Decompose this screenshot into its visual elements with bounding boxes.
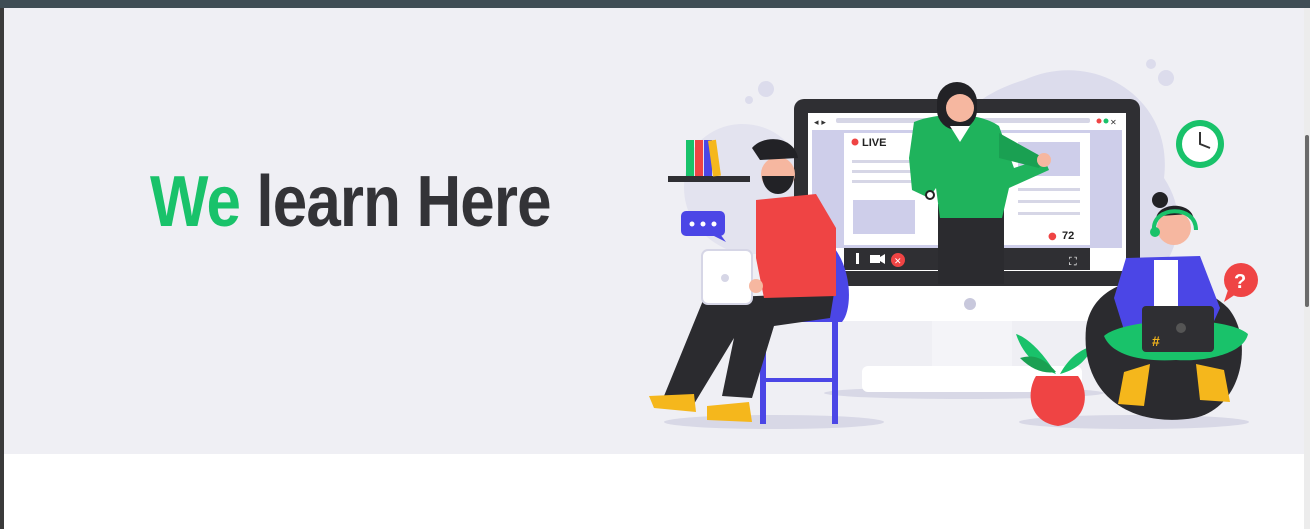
man-hand — [749, 279, 763, 293]
top-bar — [0, 0, 1310, 8]
woman-hair-bun — [1152, 192, 1168, 208]
slide-line — [1018, 212, 1080, 215]
man-legs — [664, 293, 834, 404]
woman-shirt — [1154, 260, 1178, 310]
shelf — [668, 176, 750, 182]
fullscreen-icon: ⛶ — [1069, 255, 1077, 268]
man-shirt — [756, 194, 836, 298]
browser-nav-icon: ◂ ▸ — [814, 118, 826, 128]
chair-leg — [832, 320, 838, 424]
book — [686, 140, 694, 176]
presenter-face — [946, 94, 974, 122]
page-scrollbar-thumb[interactable] — [1305, 135, 1309, 307]
slide-image — [853, 200, 915, 234]
hashtag-icon: # — [1152, 333, 1160, 349]
chair-rung — [764, 378, 834, 382]
hero-illustration: ◂ ▸ ✕ LIVE ● 72 ✕ ⛶ ? # — [649, 59, 1258, 429]
browser-dot-red — [1096, 118, 1102, 124]
laptop-logo — [721, 274, 729, 282]
floor-shadow — [664, 415, 884, 429]
hero-title-rest: learn Here — [256, 162, 551, 242]
slide-line — [1018, 200, 1080, 203]
hero-title: We learn Here — [150, 166, 552, 238]
decor-dot — [758, 81, 774, 97]
camera-icon — [870, 255, 880, 263]
browser-close-icon: ✕ — [1110, 118, 1117, 127]
man-shoe — [649, 394, 696, 412]
end-call-icon: ✕ — [894, 257, 902, 267]
monitor-power-dot — [964, 298, 976, 310]
live-dot — [851, 138, 859, 146]
slide-line — [1018, 188, 1080, 191]
decor-dot — [1158, 70, 1174, 86]
presenter-hand — [1037, 153, 1051, 167]
mic-icon — [856, 253, 859, 264]
laptop-logo — [1176, 323, 1186, 333]
live-label: LIVE — [862, 137, 886, 149]
presenter-watch — [925, 190, 935, 200]
hero-title-accent: We — [150, 162, 241, 242]
decor-dot — [745, 96, 753, 104]
question-mark: ? — [1234, 271, 1246, 293]
viewer-count: 72 — [1062, 230, 1074, 242]
decor-dot — [1146, 59, 1156, 69]
hero-section: We learn Here ◂ ▸ ✕ LIVE ● 72 ✕ ⛶ ? # — [4, 8, 1304, 454]
viewer-user-icon: ● — [1048, 231, 1057, 242]
headset-icon — [1150, 227, 1160, 237]
book — [695, 140, 703, 176]
man-shoe — [707, 402, 752, 422]
browser-dot-green — [1103, 118, 1109, 124]
